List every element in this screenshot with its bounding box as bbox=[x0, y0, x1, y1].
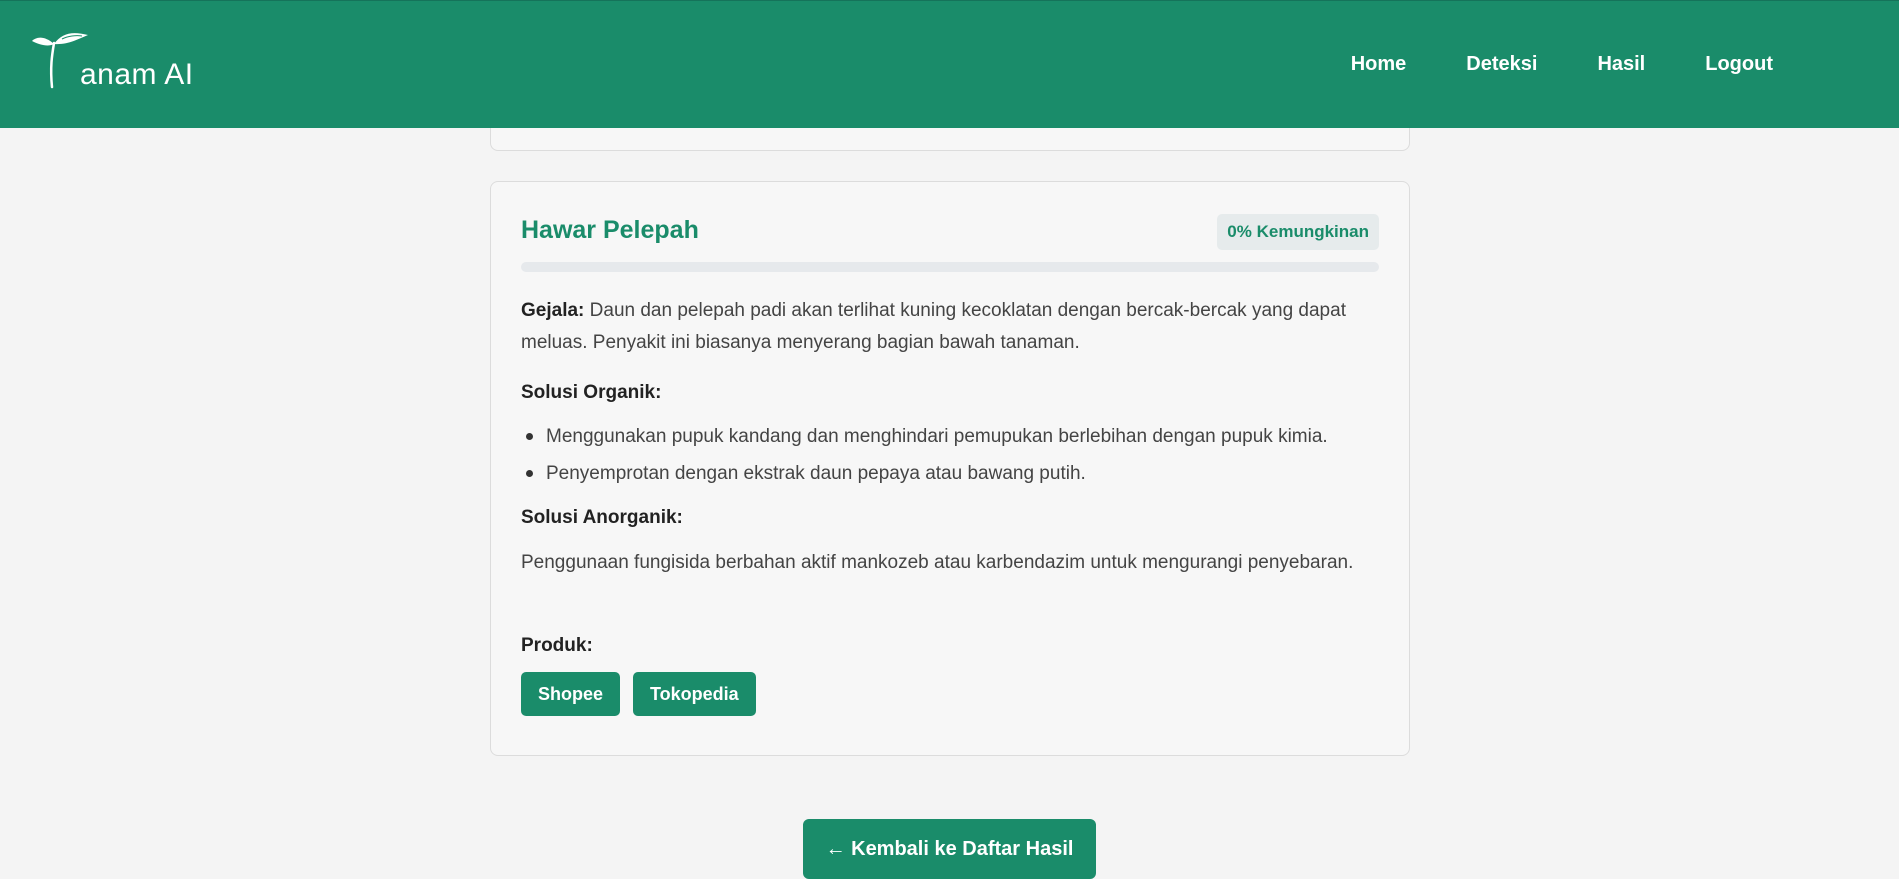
list-item: Penyemprotan dengan ekstrak daun pepaya … bbox=[521, 455, 1389, 492]
brand-name: anam AI bbox=[80, 58, 194, 91]
inorganic-solution-text: Penggunaan fungisida berbahan aktif mank… bbox=[521, 552, 1354, 573]
disease-card: Hawar Pelepah 0% Kemungkinan Gejala: Dau… bbox=[490, 181, 1410, 756]
inorganic-solution-title: Solusi Anorganik: bbox=[521, 507, 683, 528]
card-header: Hawar Pelepah 0% Kemungkinan bbox=[521, 214, 1379, 250]
probability-progress-bar bbox=[521, 262, 1379, 272]
symptom-paragraph: Gejala: Daun dan pelepah padi akan terli… bbox=[521, 295, 1379, 359]
nav-item-hasil[interactable]: Hasil bbox=[1597, 53, 1645, 76]
symptom-label: Gejala: bbox=[521, 300, 585, 321]
product-title: Produk: bbox=[521, 635, 593, 656]
nav-item-logout[interactable]: Logout bbox=[1705, 53, 1773, 76]
organic-solution-title: Solusi Organik: bbox=[521, 382, 662, 403]
organic-solution-list: Menggunakan pupuk kandang dan menghindar… bbox=[521, 418, 1389, 492]
brand-logo[interactable]: anam AI bbox=[32, 31, 212, 93]
tokopedia-button[interactable]: Tokopedia bbox=[633, 672, 756, 716]
shopee-button[interactable]: Shopee bbox=[521, 672, 621, 716]
disease-title: Hawar Pelepah bbox=[521, 216, 699, 244]
nav-item-home[interactable]: Home bbox=[1351, 53, 1407, 76]
previous-card-bottom bbox=[490, 128, 1410, 151]
nav-item-deteksi[interactable]: Deteksi bbox=[1466, 53, 1537, 76]
probability-badge: 0% Kemungkinan bbox=[1217, 214, 1379, 250]
product-buttons: Shopee Tokopedia bbox=[521, 672, 756, 716]
list-item: Menggunakan pupuk kandang dan menghindar… bbox=[521, 418, 1389, 455]
symptom-text: Daun dan pelepah padi akan terlihat kuni… bbox=[521, 300, 1346, 353]
main-nav: Home Deteksi Hasil Logout bbox=[1351, 53, 1773, 76]
top-navbar: anam AI Home Deteksi Hasil Logout bbox=[0, 0, 1899, 128]
back-to-results-button[interactable]: ← Kembali ke Daftar Hasil bbox=[803, 819, 1096, 879]
